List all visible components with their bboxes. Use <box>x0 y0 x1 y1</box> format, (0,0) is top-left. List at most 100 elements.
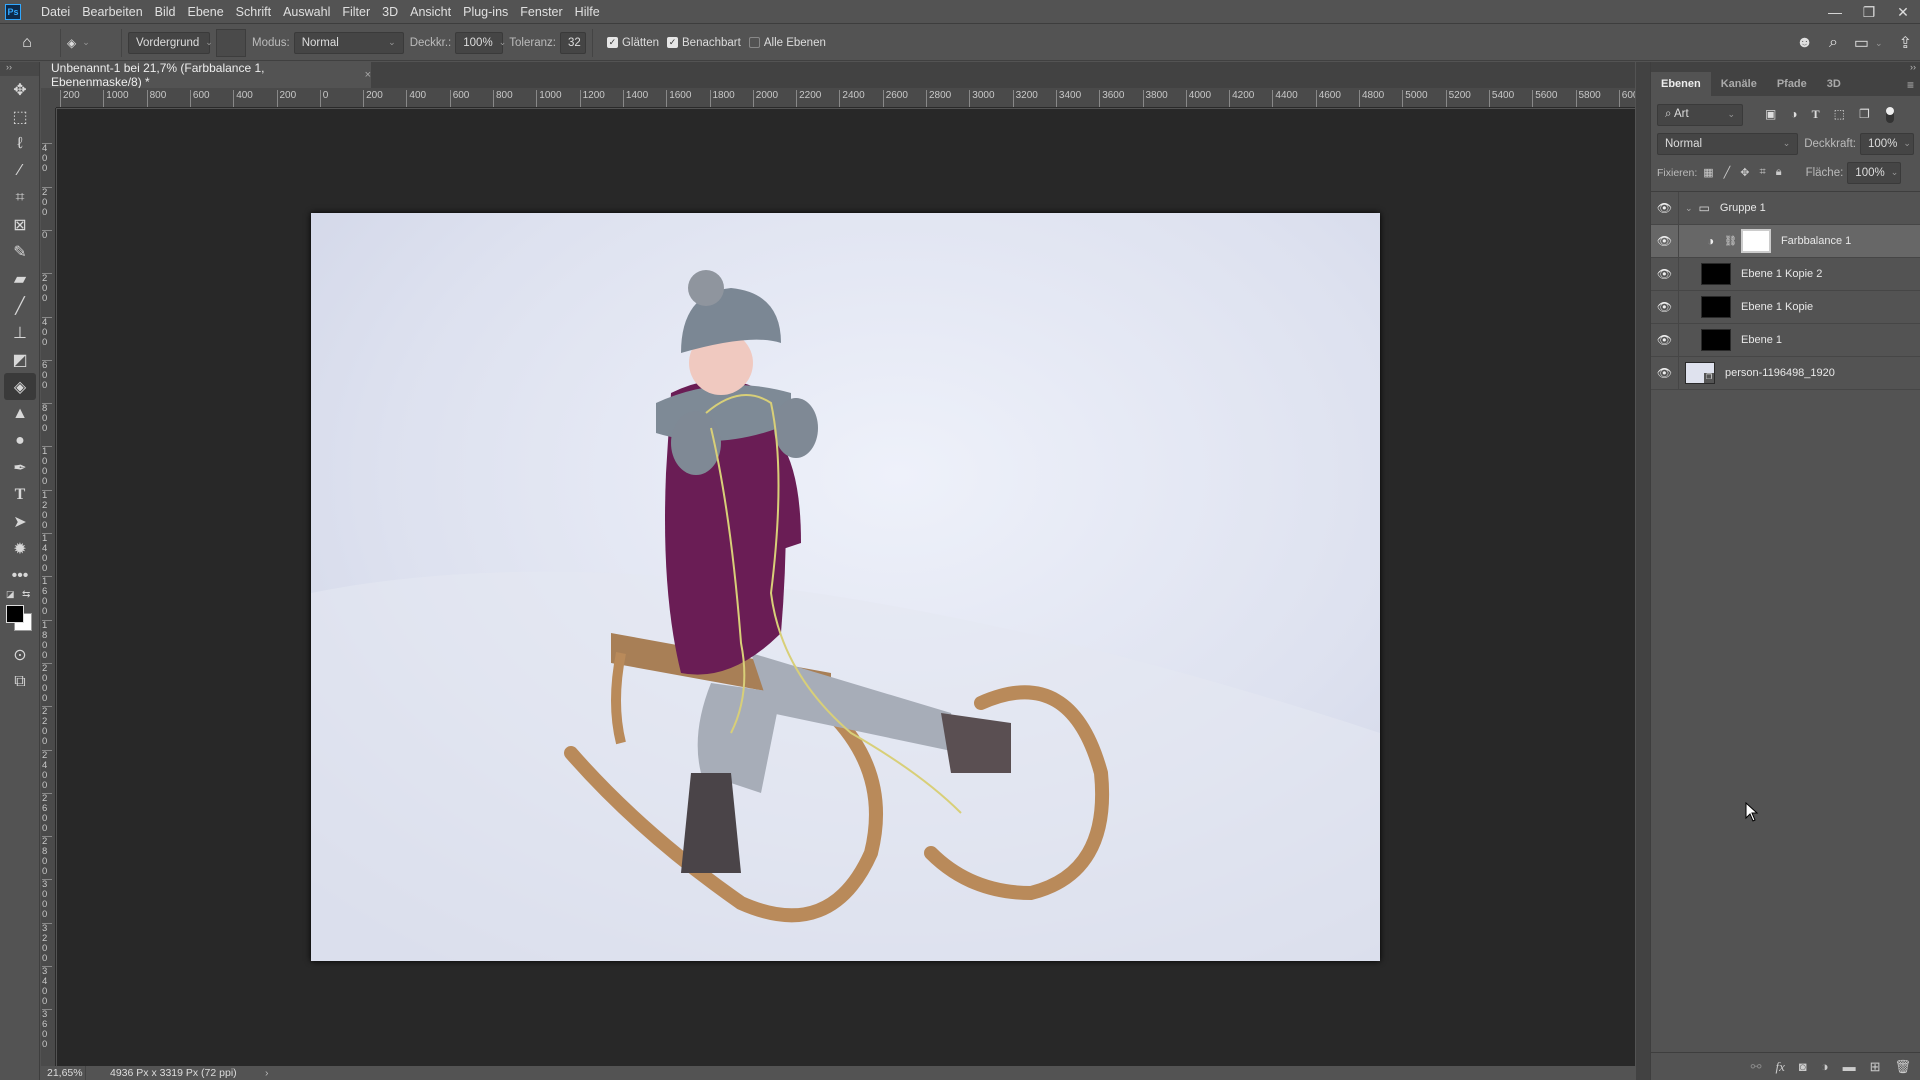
foreground-color[interactable] <box>6 605 24 623</box>
eyedropper-tool[interactable]: ✎ <box>0 238 40 265</box>
tab-ebenen[interactable]: Ebenen <box>1651 72 1711 96</box>
tolerance-input[interactable]: 32 <box>559 31 586 54</box>
layer-opacity-input[interactable]: 100% ⌄ <box>1860 132 1914 155</box>
antialias-checkbox[interactable]: ✓ Glätten <box>606 37 659 49</box>
menu-hilfe[interactable]: Hilfe <box>569 5 606 19</box>
home-button[interactable]: ⌂ <box>0 34 54 52</box>
swap-colors-icon[interactable]: ⇆ <box>22 589 30 600</box>
visibility-toggle[interactable]: 👁︎ <box>1651 290 1679 324</box>
document-tab[interactable]: Unbenannt-1 bei 21,7% (Farbbalance 1, Eb… <box>41 61 371 89</box>
visibility-toggle[interactable]: 👁︎ <box>1651 323 1679 357</box>
menu-datei[interactable]: Datei <box>35 5 76 19</box>
smart-object-filter-icon[interactable]: ❐ <box>1859 107 1870 122</box>
new-group-icon[interactable]: ▬ <box>1843 1059 1856 1074</box>
visibility-toggle[interactable]: 👁︎ <box>1651 191 1679 225</box>
menu-bearbeiten[interactable]: Bearbeiten <box>76 5 148 19</box>
blend-mode-dropdown[interactable]: Normal ⌄ <box>1657 132 1799 155</box>
menu-ebene[interactable]: Ebene <box>182 5 230 19</box>
brush-tool[interactable]: ╱ <box>0 292 40 319</box>
vertical-ruler[interactable]: 0400200020040060080010001200140016001800… <box>41 108 56 1066</box>
shape-filter-icon[interactable]: ⬚ <box>1834 107 1845 122</box>
more-tools[interactable]: ••• <box>0 562 40 589</box>
default-colors-icon[interactable]: ◪ <box>6 589 15 600</box>
paint-bucket-tool[interactable]: ◈ <box>4 373 36 400</box>
menu-bild[interactable]: Bild <box>149 5 182 19</box>
magic-wand-tool[interactable]: ⁄ <box>0 157 40 184</box>
quick-mask-button[interactable]: ⊙ <box>0 641 40 668</box>
share-user-icon[interactable]: ☻ <box>1796 34 1813 52</box>
share-icon[interactable]: ⇪ <box>1899 33 1912 53</box>
chevron-down-icon[interactable]: ⌄ <box>1875 38 1883 49</box>
new-adjustment-layer-icon[interactable]: ◑ <box>1821 1059 1829 1074</box>
link-layers-icon[interactable]: ⚯ <box>1751 1059 1762 1075</box>
search-icon[interactable]: ⌕ <box>1829 34 1838 52</box>
close-window-button[interactable]: ✕ <box>1886 0 1920 24</box>
mode-dropdown[interactable]: Normal ⌄ <box>293 31 404 54</box>
menu-ansicht[interactable]: Ansicht <box>404 5 457 19</box>
frame-tool[interactable]: ⊠ <box>0 211 40 238</box>
tab-kanaele[interactable]: Kanäle <box>1711 72 1767 96</box>
crop-tool[interactable]: ⌗ <box>0 184 40 211</box>
panel-menu-icon[interactable]: ≡ <box>1907 78 1914 92</box>
pattern-swatch[interactable] <box>216 28 246 57</box>
fill-source-dropdown[interactable]: Vordergrund ⌄ <box>128 31 213 54</box>
visibility-toggle[interactable]: 👁︎ <box>1651 356 1679 390</box>
document-image[interactable] <box>311 213 1380 961</box>
collapse-toolbar-button[interactable]: ›› <box>0 62 39 76</box>
ruler-origin[interactable] <box>41 88 56 108</box>
type-tool[interactable]: T <box>0 481 40 508</box>
lock-transparency-icon[interactable]: ▦ <box>1703 166 1713 179</box>
layer-mask-thumbnail[interactable] <box>1740 229 1771 253</box>
adjustment-filter-icon[interactable]: ◑ <box>1790 107 1797 122</box>
layer-row-smart-object[interactable]: 👁︎ ❐ person-1196498_1920 <box>1651 356 1920 390</box>
expand-chevron-icon[interactable]: ⌄ <box>1685 203 1693 214</box>
type-filter-icon[interactable]: T <box>1812 107 1820 122</box>
lock-all-icon[interactable]: 🔒︎ <box>1776 166 1782 179</box>
path-selection-tool[interactable]: ➤ <box>0 508 40 535</box>
pen-tool[interactable]: ✒ <box>0 454 40 481</box>
lock-position-icon[interactable]: ✥ <box>1740 166 1749 179</box>
workspace-icon[interactable]: ▭ <box>1854 33 1869 53</box>
mask-link-icon[interactable]: ⛓︎ <box>1724 236 1737 247</box>
horizontal-ruler[interactable]: 200 1000 800 600 400 200 0 200 400 600 800 1000 1200… <box>56 88 1635 108</box>
tab-3d[interactable]: 3D <box>1817 72 1851 96</box>
minimize-button[interactable]: — <box>1818 0 1852 24</box>
marquee-tool[interactable]: ⬚ <box>0 103 40 130</box>
lasso-tool[interactable]: ℓ <box>0 130 40 157</box>
layer-row-group[interactable]: 👁︎ ⌄ ▭ Gruppe 1 <box>1651 191 1920 225</box>
menu-plugins[interactable]: Plug-ins <box>457 5 514 19</box>
dodge-tool[interactable]: ● <box>0 427 40 454</box>
new-layer-icon[interactable]: ⊞ <box>1870 1059 1881 1075</box>
eraser-tool[interactable]: ◩ <box>0 346 40 373</box>
clone-stamp-tool[interactable]: ⊥ <box>0 319 40 346</box>
layer-row[interactable]: 👁︎ Ebene 1 Kopie 2 <box>1651 257 1920 291</box>
contiguous-checkbox[interactable]: ✓ Benachbart <box>667 37 741 49</box>
layer-row-adjustment[interactable]: 👁︎ ◑ ⛓︎ Farbbalance 1 <box>1651 224 1920 258</box>
tool-preset-picker[interactable]: ◈ ⌄ <box>67 36 115 50</box>
tab-pfade[interactable]: Pfade <box>1767 72 1817 96</box>
close-tab-icon[interactable]: × <box>365 69 371 81</box>
opacity-input[interactable]: 100% ⌄ <box>455 31 506 54</box>
visibility-toggle[interactable]: 👁︎ <box>1651 257 1679 291</box>
collapse-panels-button[interactable]: ›› <box>1651 62 1920 72</box>
restore-button[interactable]: ❐ <box>1852 0 1886 24</box>
screen-mode-button[interactable]: ⧉ <box>0 668 40 695</box>
lock-pixels-icon[interactable]: ╱ <box>1724 166 1731 179</box>
layer-style-fx-icon[interactable]: fx <box>1775 1059 1784 1075</box>
canvas-area[interactable] <box>57 109 1635 1066</box>
menu-schrift[interactable]: Schrift <box>230 5 277 19</box>
delete-layer-icon[interactable]: 🗑︎ <box>1894 1059 1911 1075</box>
fill-input[interactable]: 100% ⌄ <box>1847 161 1902 184</box>
shape-tool[interactable]: ✹ <box>0 535 40 562</box>
layer-filter-dropdown[interactable]: ⌕ Art ⌄ <box>1657 103 1743 126</box>
sharpen-tool[interactable]: ▲ <box>0 400 40 427</box>
lock-artboard-icon[interactable]: ⌗ <box>1760 166 1766 179</box>
filter-toggle[interactable] <box>1885 106 1894 123</box>
layer-row[interactable]: 👁︎ Ebene 1 Kopie <box>1651 290 1920 324</box>
pixel-filter-icon[interactable]: ▣ <box>1765 107 1776 122</box>
move-tool[interactable]: ✥ <box>0 76 40 103</box>
status-menu-arrow[interactable]: › <box>265 1067 269 1079</box>
all-layers-checkbox[interactable]: Alle Ebenen <box>748 37 826 49</box>
add-mask-icon[interactable]: ◙ <box>1799 1059 1807 1074</box>
menu-3d[interactable]: 3D <box>376 5 404 19</box>
